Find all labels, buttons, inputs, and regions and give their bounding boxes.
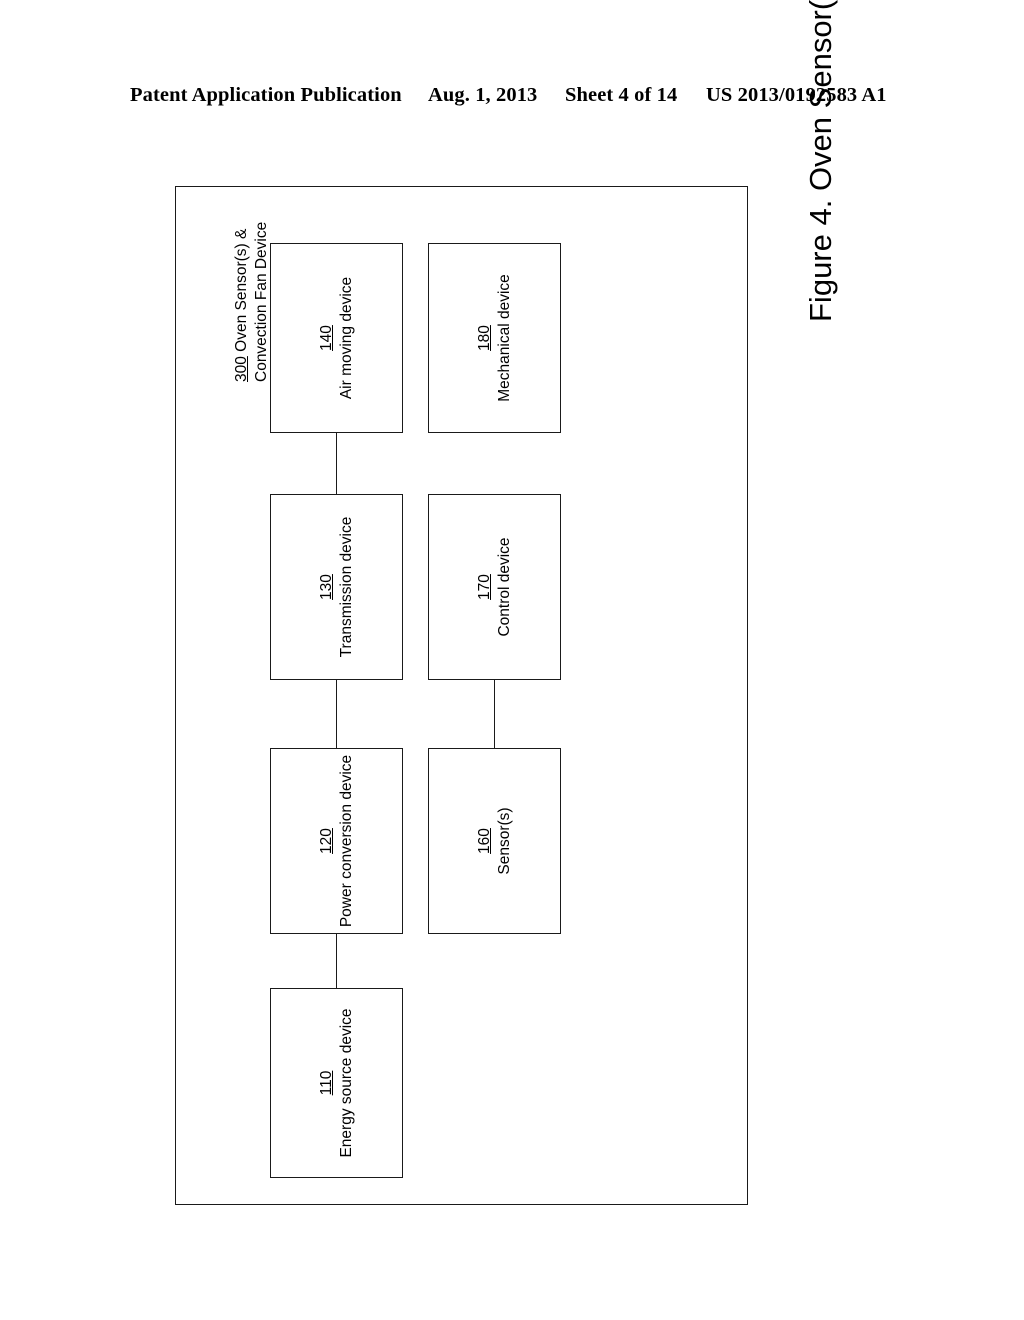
header-publication-label: Patent Application Publication [130, 84, 402, 106]
header-sheet-number: Sheet 4 of 14 [565, 84, 678, 106]
header-date: Aug. 1, 2013 [428, 84, 538, 106]
block-170-text: 170 Control device [475, 537, 515, 636]
block-130-label: Transmission device [337, 516, 355, 658]
frame-label-line-1-text: Oven Sensor(s) & [233, 228, 250, 357]
block-160-label: Sensor(s) [495, 807, 513, 875]
block-110-label: Energy source device [337, 1008, 355, 1158]
block-110-ref: 110 [317, 1070, 335, 1096]
figure-caption-text: Figure 4. Oven Sensor(s) & Convection Fa… [798, 0, 844, 322]
block-160-text: 160 Sensor(s) [475, 807, 515, 874]
block-110-text: 110 Energy source device [317, 1008, 357, 1157]
header-publication-number: US 2013/0192583 A1 [706, 84, 887, 106]
frame-label-300: 300 Oven Sensor(s) & Convection Fan Devi… [232, 222, 272, 382]
block-160-sensors: 160 Sensor(s) [428, 748, 561, 934]
frame-label-ref: 300 [233, 356, 250, 382]
block-180-text: 180 Mechanical device [475, 274, 515, 402]
page-header: Patent Application Publication Aug. 1, 2… [0, 84, 1024, 118]
block-130-text: 130 Transmission device [317, 517, 357, 658]
block-180-label: Mechanical device [495, 274, 513, 402]
connector-120-110 [336, 934, 337, 988]
block-170-control-device: 170 Control device [428, 494, 561, 680]
block-120-power-conversion-device: 120 Power conversion device [270, 748, 403, 934]
block-130-transmission-device: 130 Transmission device [270, 494, 403, 680]
block-170-label: Control device [495, 537, 513, 637]
block-140-label: Air moving device [337, 276, 355, 400]
block-140-text: 140 Air moving device [317, 277, 357, 399]
block-120-ref: 120 [317, 828, 335, 854]
connector-140-130 [336, 433, 337, 494]
block-130-ref: 130 [317, 574, 335, 600]
block-140-air-moving-device: 140 Air moving device [270, 243, 403, 433]
frame-label-line-2: Convection Fan Device [253, 221, 270, 382]
connector-130-120 [336, 680, 337, 748]
block-160-ref: 160 [475, 828, 493, 854]
figure-caption: Figure 4. Oven Sensor(s) & Convection Fa… [798, 0, 844, 322]
block-140-ref: 140 [317, 325, 335, 351]
patent-page: Patent Application Publication Aug. 1, 2… [0, 0, 1024, 1320]
block-120-label: Power conversion device [337, 754, 355, 928]
block-170-ref: 170 [475, 574, 493, 600]
block-180-mechanical-device: 180 Mechanical device [428, 243, 561, 433]
connector-170-160 [494, 680, 495, 748]
block-120-text: 120 Power conversion device [317, 755, 357, 927]
frame-label-line-1: 300 Oven Sensor(s) & [232, 222, 252, 382]
block-180-ref: 180 [475, 325, 493, 351]
block-110-energy-source-device: 110 Energy source device [270, 988, 403, 1178]
